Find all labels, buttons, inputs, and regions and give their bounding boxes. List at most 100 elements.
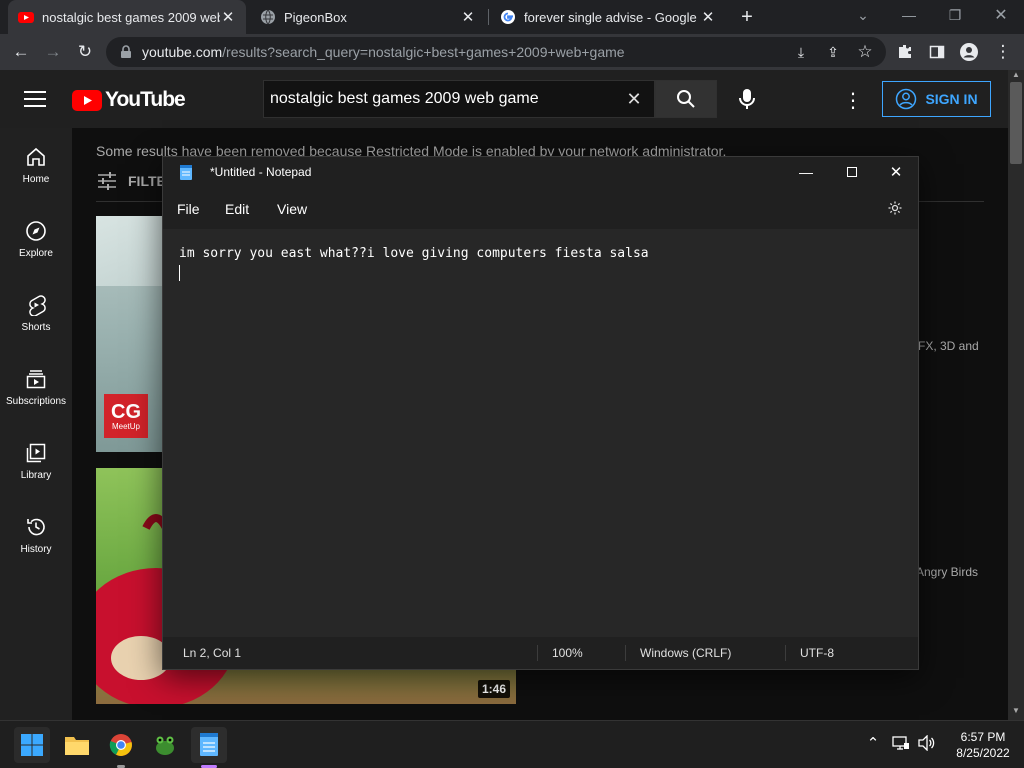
scrollbar-thumb[interactable] [1010, 82, 1022, 164]
line-ending: Windows (CRLF) [640, 646, 732, 660]
status-divider [625, 645, 626, 661]
bookmark-star-icon[interactable]: ☆ [850, 37, 880, 67]
youtube-favicon-icon [18, 12, 34, 23]
search-icon [677, 90, 695, 108]
network-icon[interactable] [892, 735, 912, 755]
encoding: UTF-8 [800, 646, 834, 660]
settings-dots-icon[interactable]: ⋮ [840, 88, 866, 112]
hamburger-menu-icon[interactable] [24, 89, 46, 109]
google-g-icon [501, 10, 515, 24]
address-bar[interactable]: youtube.com/results?search_query=nostalg… [106, 37, 886, 67]
volume-icon[interactable] [918, 734, 938, 755]
tab-search-icon[interactable]: ⌄ [840, 0, 886, 30]
notepad-app-icon [180, 165, 192, 180]
install-app-icon[interactable]: ⤓ [786, 37, 816, 67]
notepad-status-bar: Ln 2, Col 1 100% Windows (CRLF) UTF-8 [163, 637, 918, 669]
settings-gear-icon[interactable] [887, 200, 905, 218]
subscriptions-icon [26, 369, 46, 388]
sign-in-button[interactable]: SIGN IN [882, 81, 991, 117]
side-panel-icon[interactable] [922, 37, 952, 67]
menu-edit[interactable]: Edit [225, 189, 249, 229]
folder-icon [65, 737, 89, 755]
close-tab-icon[interactable]: ✕ [220, 8, 236, 26]
result-snippet: Angry Birds [916, 565, 979, 579]
extensions-puzzle-icon[interactable] [890, 37, 920, 67]
filter-sliders-icon [98, 172, 116, 190]
url-path: /results?search_query=nostalgic+best+gam… [222, 44, 625, 60]
close-icon[interactable]: ✕ [873, 157, 919, 187]
sidebar-item-home[interactable]: Home [0, 128, 72, 202]
sign-in-label: SIGN IN [925, 91, 978, 107]
notepad-text-area[interactable]: im sorry you east what??i love giving co… [163, 229, 918, 637]
sidebar-label: Explore [19, 247, 53, 259]
minimize-icon[interactable]: — [783, 157, 829, 187]
menu-view[interactable]: View [277, 189, 307, 229]
maximize-icon[interactable] [829, 157, 875, 187]
status-divider [537, 645, 538, 661]
sidebar-item-explore[interactable]: Explore [0, 202, 72, 276]
start-button[interactable] [14, 727, 50, 763]
youtube-search-input[interactable]: nostalgic best games 2009 web game ✕ [263, 80, 655, 118]
new-tab-button[interactable]: + [736, 6, 758, 28]
tab-divider [488, 9, 489, 25]
scroll-up-arrow-icon[interactable]: ▲ [1012, 70, 1020, 79]
voice-search-button[interactable] [728, 80, 766, 118]
windows-taskbar: ⌃ 6:57 PM 8/25/2022 [0, 720, 1024, 768]
clear-search-icon[interactable]: ✕ [614, 89, 654, 110]
menu-file[interactable]: File [177, 189, 200, 229]
minimize-window-button[interactable]: — [886, 0, 932, 30]
notepad-window[interactable]: *Untitled - Notepad — ✕ File Edit View i… [162, 156, 919, 670]
chrome-taskbar-button[interactable] [103, 727, 139, 768]
lock-icon [121, 45, 131, 58]
notepad-menu-bar: File Edit View [163, 189, 918, 229]
youtube-masthead: YouTube nostalgic best games 2009 web ga… [0, 70, 1008, 128]
tab-google-search[interactable]: forever single advise - Google Se ✕ [490, 0, 726, 34]
youtube-logo[interactable]: YouTube [72, 88, 186, 112]
sidebar-item-library[interactable]: Library [0, 424, 72, 498]
system-clock[interactable]: 6:57 PM 8/25/2022 [946, 729, 1020, 761]
close-window-button[interactable]: ✕ [978, 0, 1024, 30]
profile-avatar-icon[interactable] [954, 37, 984, 67]
globe-icon [261, 9, 275, 25]
scroll-down-arrow-icon[interactable]: ▼ [1012, 706, 1020, 715]
video-duration-badge: 1:46 [478, 680, 511, 698]
status-divider [785, 645, 786, 661]
show-hidden-icons-chevron-icon[interactable]: ⌃ [862, 734, 884, 756]
back-arrow-icon[interactable]: ← [6, 37, 36, 67]
tab-youtube[interactable]: nostalgic best games 2009 web g ✕ [8, 0, 246, 34]
file-explorer-button[interactable] [59, 727, 95, 763]
search-button[interactable] [655, 80, 717, 118]
account-circle-icon [896, 88, 917, 110]
sidebar-item-subscriptions[interactable]: Subscriptions [0, 350, 72, 424]
youtube-play-logo-icon [72, 89, 102, 111]
game-app-taskbar-button[interactable] [147, 727, 183, 763]
cg-meetup-logo: CG MeetUp [104, 394, 148, 438]
close-tab-icon[interactable]: ✕ [460, 8, 476, 26]
share-icon[interactable]: ⇪ [818, 37, 848, 67]
reload-icon[interactable]: ↻ [70, 37, 100, 67]
tab-label: nostalgic best games 2009 web g [42, 9, 220, 25]
text-line-1: im sorry you east what??i love giving co… [179, 246, 649, 261]
windows-logo-icon [21, 734, 43, 756]
sidebar-label: Shorts [21, 321, 51, 333]
sidebar-item-history[interactable]: History [0, 498, 72, 572]
tab-pigeonbox[interactable]: PigeonBox ✕ [250, 0, 486, 34]
chrome-icon [109, 734, 132, 756]
browser-menu-icon[interactable]: ⋮ [988, 37, 1018, 67]
sidebar-item-shorts[interactable]: Shorts [0, 276, 72, 350]
notepad-taskbar-button[interactable] [191, 727, 227, 768]
page-scrollbar[interactable]: ▲ ▼ [1008, 70, 1024, 720]
microphone-icon [739, 89, 755, 109]
notepad-title-bar[interactable]: *Untitled - Notepad — ✕ [163, 157, 918, 189]
tab-label: forever single advise - Google Se [524, 9, 700, 25]
forward-arrow-icon[interactable]: → [38, 37, 68, 67]
cursor-position: Ln 2, Col 1 [183, 646, 242, 660]
history-icon [27, 518, 45, 535]
restore-window-button[interactable]: ❐ [932, 0, 978, 30]
browser-tab-strip: nostalgic best games 2009 web g ✕ Pigeon… [0, 0, 1024, 34]
youtube-wordmark: YouTube [105, 88, 186, 111]
close-tab-icon[interactable]: ✕ [700, 8, 716, 26]
tab-label: PigeonBox [284, 9, 347, 25]
sidebar-label: Home [22, 173, 50, 185]
youtube-sidebar: Home Explore Shorts Subscriptions Librar… [0, 128, 72, 720]
